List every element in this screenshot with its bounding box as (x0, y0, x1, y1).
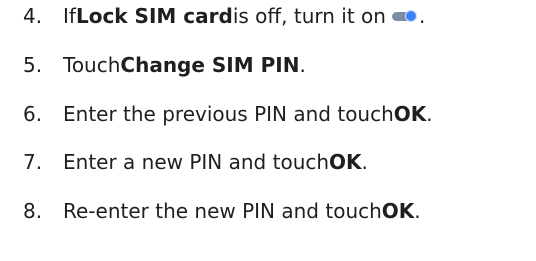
toggle-knob (404, 10, 417, 22)
step-text: Touch Change SIM PIN . (63, 49, 306, 81)
setting-name-lock-sim-card: Lock SIM card (75, 4, 233, 28)
step-number: 8. (23, 199, 43, 223)
step-text-segment: . (426, 102, 433, 126)
setting-name-change-sim-pin: Change SIM PIN (120, 53, 300, 77)
instruction-steps: 4. If Lock SIM card is off, turn it on .… (0, 0, 536, 261)
step-text-segment: Enter a new PIN and touch (63, 150, 330, 174)
step-number: 6. (23, 102, 43, 126)
step-text-segment: . (414, 199, 421, 223)
step-text: Re-enter the new PIN and touch OK . (63, 195, 421, 227)
step-number: 5. (23, 53, 43, 77)
step-text-segment: . (418, 4, 426, 28)
button-name-ok: OK (381, 199, 415, 223)
step-text: If Lock SIM card is off, turn it on . (63, 0, 425, 32)
step-text: Enter a new PIN and touch OK . (63, 146, 368, 178)
toggle-switch-icon (391, 10, 418, 22)
step-text-segment: Re-enter the new PIN and touch (63, 199, 382, 223)
step-text-segment: . (299, 53, 306, 77)
step-text-segment: If (63, 4, 76, 28)
step-number: 7. (23, 150, 43, 174)
button-name-ok: OK (393, 102, 427, 126)
step-text-segment: Touch (63, 53, 121, 77)
step-text-segment: . (361, 150, 368, 174)
button-name-ok: OK (329, 150, 362, 174)
step-text: Enter the previous PIN and touch OK . (63, 98, 433, 130)
step-text-segment: Enter the previous PIN and touch (63, 102, 394, 126)
step-number: 4. (23, 4, 43, 28)
step-text-segment: is off, turn it on (232, 4, 386, 28)
